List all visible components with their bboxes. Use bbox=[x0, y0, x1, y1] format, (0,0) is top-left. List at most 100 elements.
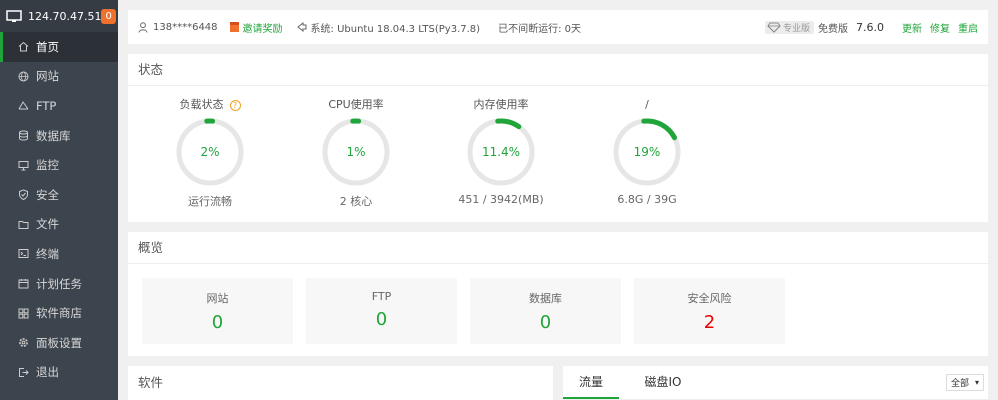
user-phone: 138****6448 bbox=[153, 21, 218, 33]
tab-1[interactable]: 磁盘IO bbox=[635, 366, 691, 399]
gauge-2: 内存使用率 11.4% 451 / 3942(MB) bbox=[451, 98, 551, 206]
sidebar-item-0[interactable]: 首页 bbox=[0, 32, 118, 62]
invite-reward-link[interactable]: 邀请奖励 bbox=[229, 20, 283, 35]
card-label: 安全风险 bbox=[687, 292, 732, 305]
logout-icon bbox=[18, 367, 29, 378]
sidebar-item-1[interactable]: 网站 bbox=[0, 62, 118, 92]
gauge-subtitle: 451 / 3942(MB) bbox=[458, 193, 544, 206]
gauge-value: 2% bbox=[200, 145, 219, 159]
help-icon[interactable]: ? bbox=[229, 99, 241, 111]
update-link[interactable]: 更新 bbox=[902, 20, 922, 35]
gauge-subtitle: 运行流畅 bbox=[188, 195, 232, 208]
sidebar-item-9[interactable]: 软件商店 bbox=[0, 298, 118, 328]
gauge-1: CPU使用率 1% 2 核心 bbox=[306, 98, 406, 209]
sidebar-item-4[interactable]: 监控 bbox=[0, 150, 118, 180]
card-value: 0 bbox=[211, 312, 224, 333]
ftp-icon bbox=[18, 100, 29, 111]
overview-card-2[interactable]: 数据库 0 bbox=[470, 278, 621, 344]
gauge-ring[interactable]: 1% bbox=[320, 116, 392, 188]
sidebar-item-2[interactable]: FTP bbox=[0, 91, 118, 121]
card-label: 数据库 bbox=[529, 292, 562, 305]
home-icon bbox=[18, 41, 29, 52]
user-account[interactable]: 138****6448 bbox=[138, 22, 218, 33]
restart-link[interactable]: 重启 bbox=[958, 20, 978, 35]
overview-card-1[interactable]: FTP 0 bbox=[306, 278, 457, 344]
chevron-down-icon: ▾ bbox=[974, 378, 979, 387]
gauge-title: CPU使用率 bbox=[306, 98, 406, 112]
system-info: 系统: Ubuntu 18.04.3 LTS(Py3.7.8) bbox=[296, 20, 481, 35]
grid-icon bbox=[18, 308, 29, 319]
gauge-3: / 19% 6.8G / 39G bbox=[597, 98, 697, 206]
sidebar-item-11[interactable]: 退出 bbox=[0, 358, 118, 388]
gauge-ring[interactable]: 19% bbox=[611, 116, 683, 188]
folder-icon bbox=[18, 219, 29, 230]
software-title: 软件 bbox=[138, 375, 164, 390]
gauge-title: / bbox=[597, 98, 697, 112]
interface-select-value: 全部 bbox=[950, 379, 969, 389]
sidebar-item-label: 计划任务 bbox=[36, 276, 82, 291]
system-icon bbox=[296, 22, 307, 32]
gauge-0: 负载状态? 2% 运行流畅 bbox=[160, 98, 260, 209]
sidebar-item-label: 文件 bbox=[36, 217, 59, 232]
gift-icon bbox=[229, 22, 239, 32]
tab-0[interactable]: 流量 bbox=[563, 366, 619, 399]
sidebar-item-10[interactable]: 面板设置 bbox=[0, 328, 118, 358]
version-label: 7.6.0 bbox=[856, 20, 884, 34]
gauge-ring[interactable]: 11.4% bbox=[465, 116, 537, 188]
sidebar-item-6[interactable]: 文件 bbox=[0, 210, 118, 240]
card-value: 2 bbox=[703, 312, 716, 333]
top-bar: 138****6448 邀请奖励 系统: Ubuntu 18.04.3 LTS(… bbox=[128, 10, 988, 44]
traffic-panel: 流量 磁盘IO 全部 ▾ bbox=[563, 366, 988, 400]
traffic-tabs: 流量 磁盘IO bbox=[563, 366, 988, 400]
sidebar-item-3[interactable]: 数据库 bbox=[0, 121, 118, 151]
gauge-title-text: / bbox=[645, 98, 649, 111]
monitor-icon bbox=[18, 160, 29, 171]
edition-label: 免费版 bbox=[818, 23, 848, 35]
gauge-title: 内存使用率 bbox=[451, 98, 551, 112]
sidebar-item-label: 软件商店 bbox=[36, 306, 82, 321]
gauge-title-text: 内存使用率 bbox=[473, 98, 529, 111]
overview-card-0[interactable]: 网站 0 bbox=[142, 278, 293, 344]
sidebar-item-label: 退出 bbox=[36, 365, 59, 380]
gear-icon bbox=[18, 337, 29, 348]
sidebar-item-label: 安全 bbox=[36, 187, 59, 202]
interface-select[interactable]: 全部 ▾ bbox=[945, 374, 984, 391]
overview-card-3[interactable]: 安全风险 2 bbox=[634, 278, 785, 344]
sidebar-item-5[interactable]: 安全 bbox=[0, 180, 118, 210]
sidebar-item-8[interactable]: 计划任务 bbox=[0, 269, 118, 299]
message-count-badge[interactable]: 0 bbox=[101, 8, 116, 24]
gauge-subtitle: 6.8G / 39G bbox=[617, 193, 677, 206]
monitor-icon bbox=[6, 10, 22, 22]
gauge-value: 11.4% bbox=[482, 145, 520, 159]
sidebar-item-7[interactable]: 终端 bbox=[0, 239, 118, 269]
sidebar: 124.70.47.51 0 首页 网站 FTP 数据库 监控 安全 文件 终端 计划任务 软件商… bbox=[0, 0, 118, 400]
card-label: FTP bbox=[371, 290, 392, 303]
terminal-icon bbox=[18, 248, 29, 259]
gauge-value: 1% bbox=[346, 145, 365, 159]
calendar-icon bbox=[18, 278, 29, 289]
system-label: 系统: Ubuntu 18.04.3 LTS(Py3.7.8) bbox=[310, 23, 481, 35]
sidebar-item-label: 数据库 bbox=[36, 128, 71, 143]
sidebar-item-label: 面板设置 bbox=[36, 335, 82, 350]
uptime-label: 已不间断运行: 0天 bbox=[498, 23, 581, 35]
pro-edition-badge[interactable]: 专业版 bbox=[764, 20, 814, 34]
overview-title: 概览 bbox=[128, 232, 988, 264]
card-label: 网站 bbox=[206, 292, 229, 305]
gauge-value: 19% bbox=[634, 145, 661, 159]
globe-icon bbox=[18, 71, 29, 82]
database-icon bbox=[18, 130, 29, 141]
sidebar-item-label: 首页 bbox=[36, 39, 59, 54]
repair-link[interactable]: 修复 bbox=[930, 20, 950, 35]
gauge-title-text: CPU使用率 bbox=[328, 98, 384, 111]
gauge-ring[interactable]: 2% bbox=[174, 116, 246, 188]
gauge-subtitle: 2 核心 bbox=[339, 195, 373, 208]
user-icon bbox=[138, 21, 148, 33]
software-panel: 软件 bbox=[128, 366, 553, 400]
gauge-title-text: 负载状态 bbox=[179, 98, 224, 111]
card-value: 0 bbox=[539, 312, 552, 333]
invite-reward-label: 邀请奖励 bbox=[242, 23, 283, 35]
card-value: 0 bbox=[375, 309, 388, 330]
overview-panel: 概览 网站 0 FTP 0 数据库 0 安全风险 2 bbox=[128, 232, 988, 356]
sidebar-item-label: 监控 bbox=[36, 158, 59, 173]
gauge-title: 负载状态? bbox=[160, 98, 260, 112]
